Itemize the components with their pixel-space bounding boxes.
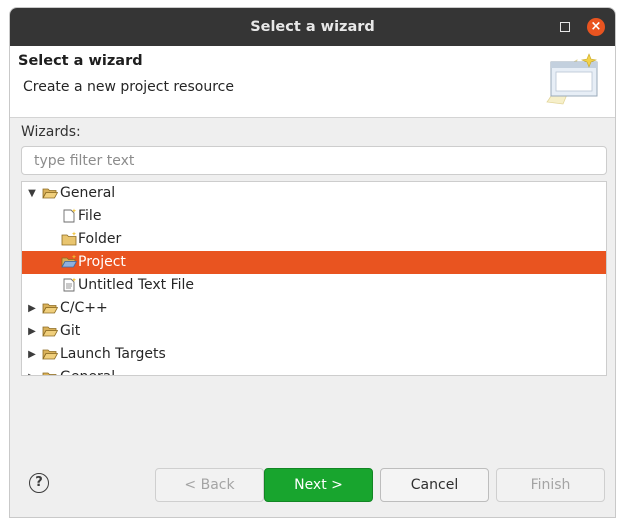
new-file-icon (63, 208, 77, 223)
tree-item-label: Untitled Text File (78, 277, 195, 293)
tree-item-git[interactable]: ▶ Git (22, 320, 606, 343)
tree-item-label: File (78, 208, 102, 224)
tree-item-label: C/C++ (60, 300, 108, 316)
tree-item-label: Git (60, 323, 81, 339)
collapsed-arrow-icon[interactable]: ▶ (26, 343, 38, 366)
tree-item-untitled-text-file[interactable]: Untitled Text File (22, 274, 606, 297)
close-icon[interactable]: × (587, 18, 605, 36)
tree-item-c-cpp[interactable]: ▶ C/C++ (22, 297, 606, 320)
wizard-banner-icon (546, 53, 598, 105)
expanded-arrow-icon[interactable]: ▼ (26, 182, 38, 205)
collapsed-arrow-icon[interactable]: ▶ (26, 320, 38, 343)
new-folder-icon (61, 231, 77, 246)
title-bar: Select a wizard × (10, 8, 615, 46)
tree-item-project[interactable]: Project (22, 251, 606, 274)
folder-icon (42, 326, 58, 337)
next-button[interactable]: Next > (264, 468, 373, 502)
maximize-icon[interactable] (560, 22, 570, 32)
tree-item-label: Launch Targets (60, 346, 166, 362)
tree-item-label: General (60, 366, 115, 375)
tree-item-label: Folder (78, 231, 122, 247)
tree-item-general[interactable]: ▼ General (22, 182, 606, 205)
tree-item-general-2[interactable]: ▶ General (22, 366, 606, 375)
text-file-icon (63, 277, 77, 292)
header-description: Create a new project resource (23, 79, 234, 95)
wizard-tree[interactable]: ▼ General File Folder Project Untitled T… (21, 181, 607, 376)
folder-icon (42, 372, 57, 375)
header-title: Select a wizard (18, 53, 143, 69)
collapsed-arrow-icon[interactable]: ▶ (26, 366, 38, 375)
tree-item-file[interactable]: File (22, 205, 606, 228)
finish-button[interactable]: Finish (496, 468, 605, 502)
wizard-dialog: Select a wizard × Select a wizard Create… (9, 7, 616, 518)
tree-item-folder[interactable]: Folder (22, 228, 606, 251)
tree-item-launch-targets[interactable]: ▶ Launch Targets (22, 343, 606, 366)
new-project-icon (61, 254, 77, 268)
open-folder-icon (42, 188, 58, 199)
tree-item-label: General (60, 185, 116, 201)
folder-icon (42, 303, 58, 314)
cancel-button[interactable]: Cancel (380, 468, 489, 502)
help-icon[interactable]: ? (29, 473, 49, 493)
folder-icon (42, 349, 58, 360)
collapsed-arrow-icon[interactable]: ▶ (26, 297, 38, 320)
wizard-header: Select a wizard Create a new project res… (10, 46, 615, 118)
filter-input[interactable] (21, 146, 607, 175)
tree-item-label: Project (78, 254, 126, 270)
back-button[interactable]: < Back (155, 468, 264, 502)
button-bar: ? < Back Next > Cancel Finish (10, 456, 615, 517)
window-title: Select a wizard (250, 19, 375, 35)
wizards-label: Wizards: (21, 124, 81, 140)
